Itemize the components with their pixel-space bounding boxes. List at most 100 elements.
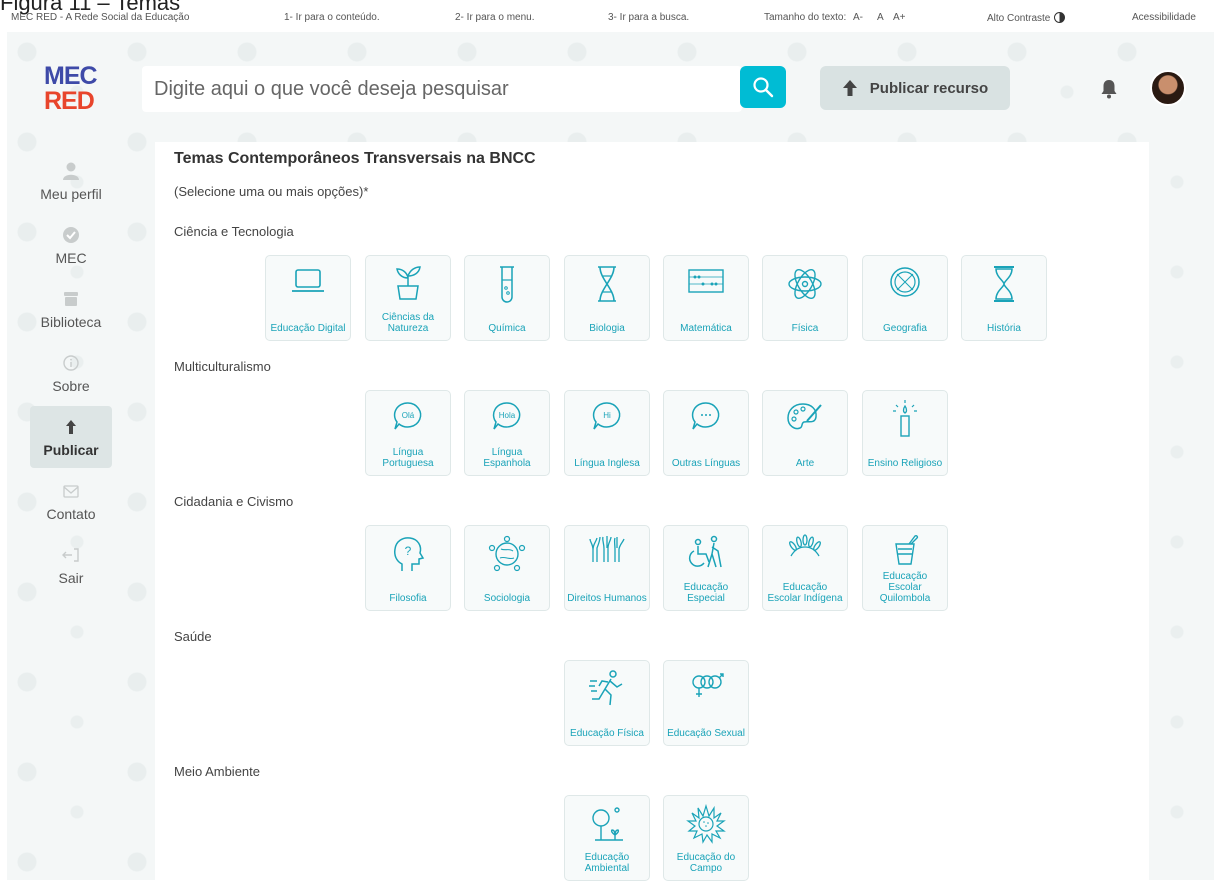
theme-label: Direitos Humanos <box>567 593 647 604</box>
theme-card-direitos-humanos[interactable]: Direitos Humanos <box>564 525 650 611</box>
theme-label: Educação Escolar Indígena <box>767 582 843 604</box>
avatar[interactable] <box>1150 70 1186 106</box>
speech-bubble-ellipsis-icon <box>691 402 720 430</box>
theme-label: Educação Especial <box>683 582 729 604</box>
sidebar-item-profile[interactable]: Meu perfil <box>30 150 112 212</box>
svg-text:Olá: Olá <box>402 411 415 420</box>
publish-resource-button[interactable]: Publicar recurso <box>820 66 1010 110</box>
mail-icon <box>63 484 79 498</box>
text-larger-button[interactable]: A+ <box>893 12 906 23</box>
sidebar-item-about[interactable]: Sobre <box>30 342 112 404</box>
theme-label: Matemática <box>680 323 732 334</box>
theme-card-educacao-escolar-quilombola[interactable]: Educação Escolar Quilombola <box>862 525 948 611</box>
theme-label: Língua Espanhola <box>483 447 531 469</box>
category-cidadania-civismo: Cidadania e Civismo <box>174 494 294 509</box>
search-button[interactable] <box>740 66 786 108</box>
sidebar-item-publish[interactable]: Publicar <box>30 406 112 468</box>
theme-label: Educação do Campo <box>676 852 736 874</box>
text-normal-button[interactable]: A <box>877 12 884 23</box>
sidebar-item-logout[interactable]: Sair <box>30 534 112 596</box>
theme-card-educacao-escolar-indigena[interactable]: Educação Escolar Indígena <box>762 525 848 611</box>
dna-icon <box>598 266 616 302</box>
theme-card-educacao-fisica[interactable]: Educação Física <box>564 660 650 746</box>
theme-label: Educação Ambiental <box>584 852 630 874</box>
theme-card-geografia[interactable]: Geografia <box>862 255 948 341</box>
user-icon <box>63 162 79 180</box>
theme-card-arte[interactable]: Arte <box>762 390 848 476</box>
theme-card-filosofia[interactable]: ? Filosofia <box>365 525 451 611</box>
theme-label: Língua Portuguesa <box>382 447 434 469</box>
upload-arrow-icon <box>842 80 857 96</box>
search-icon <box>753 77 774 98</box>
svg-text:Hi: Hi <box>603 411 611 420</box>
palette-brush-icon <box>787 403 822 430</box>
hourglass-icon <box>994 266 1014 302</box>
people-globe-icon <box>488 535 526 572</box>
sidebar-item-library[interactable]: Biblioteca <box>30 278 112 340</box>
skip-to-menu-link[interactable]: 2- Ir para o menu. <box>455 12 534 23</box>
svg-text:Hola: Hola <box>499 411 516 420</box>
text-smaller-button[interactable]: A- <box>853 12 863 23</box>
sidebar-item-label: Biblioteca <box>40 314 102 330</box>
pestle-mortar-icon <box>895 535 919 565</box>
bell-icon <box>1101 80 1117 99</box>
theme-card-educacao-do-campo[interactable]: Educação do Campo <box>663 795 749 881</box>
theme-card-quimica[interactable]: Química <box>464 255 550 341</box>
theme-card-historia[interactable]: História <box>961 255 1047 341</box>
theme-card-fisica[interactable]: Física <box>762 255 848 341</box>
high-contrast-toggle[interactable]: Alto Contraste <box>987 12 1066 24</box>
theme-card-matematica[interactable]: Matemática <box>663 255 749 341</box>
theme-card-educacao-digital[interactable]: Educação Digital <box>265 255 351 341</box>
theme-card-educacao-sexual[interactable]: Educação Sexual <box>663 660 749 746</box>
theme-label: Educação Digital <box>270 323 346 334</box>
theme-label: História <box>987 323 1021 334</box>
check-circle-icon <box>63 227 79 243</box>
gender-symbols-icon <box>692 673 724 697</box>
category-saude: Saúde <box>174 629 212 644</box>
contrast-icon <box>1054 12 1066 23</box>
theme-card-biologia[interactable]: Biologia <box>564 255 650 341</box>
theme-card-outras-linguas[interactable]: Outras Línguas <box>663 390 749 476</box>
feather-headdress-icon <box>789 534 821 557</box>
theme-card-educacao-especial[interactable]: Educação Especial <box>663 525 749 611</box>
theme-label: Ensino Religioso <box>867 458 943 469</box>
sidebar: Meu perfil MEC Biblioteca Sobre Publicar… <box>30 150 112 598</box>
theme-label: Educação Escolar Quilombola <box>879 571 931 604</box>
theme-label: Filosofia <box>389 593 427 604</box>
theme-label: Língua Inglesa <box>574 458 640 469</box>
theme-card-lingua-espanhola[interactable]: Hola Língua Espanhola <box>464 390 550 476</box>
publish-resource-label: Publicar recurso <box>869 79 989 97</box>
archive-icon <box>64 292 78 306</box>
theme-card-ciencias-natureza[interactable]: Ciências da Natureza <box>365 255 451 341</box>
accessibility-icon <box>688 535 722 568</box>
theme-label: Arte <box>795 458 815 469</box>
sidebar-item-label: Sobre <box>52 378 90 394</box>
candle-icon <box>893 400 917 437</box>
skip-to-content-link[interactable]: 1- Ir para o conteúdo. <box>284 12 380 23</box>
mecred-logo[interactable]: MEC RED <box>44 64 100 124</box>
theme-label: Química <box>488 323 526 334</box>
theme-card-sociologia[interactable]: Sociologia <box>464 525 550 611</box>
sidebar-item-contact[interactable]: Contato <box>30 470 112 532</box>
sidebar-item-label: Sair <box>58 570 84 586</box>
search-input[interactable] <box>142 66 742 112</box>
sidebar-item-label: Contato <box>46 506 96 522</box>
notifications-button[interactable] <box>1100 78 1118 105</box>
theme-card-lingua-portuguesa[interactable]: Olá Língua Portuguesa <box>365 390 451 476</box>
skip-to-search-link[interactable]: 3- Ir para a busca. <box>608 12 689 23</box>
theme-card-lingua-inglesa[interactable]: Hi Língua Inglesa <box>564 390 650 476</box>
test-tube-icon <box>500 266 514 303</box>
speech-bubble-hi-icon: Hi <box>592 402 621 430</box>
atom-icon <box>788 269 822 299</box>
theme-label: Outras Línguas <box>671 458 741 469</box>
theme-card-ensino-religioso[interactable]: Ensino Religioso <box>862 390 948 476</box>
globe-icon <box>890 267 920 297</box>
theme-label: Educação Sexual <box>667 728 745 739</box>
theme-label: Biologia <box>589 323 625 334</box>
theme-card-educacao-ambiental[interactable]: Educação Ambiental <box>564 795 650 881</box>
sidebar-item-mec[interactable]: MEC <box>30 214 112 276</box>
accessibility-link[interactable]: Acessibilidade <box>1132 12 1196 23</box>
sidebar-item-label: Meu perfil <box>40 186 102 202</box>
themes-panel: Temas Contemporâneos Transversais na BNC… <box>155 142 1149 881</box>
selection-hint: (Selecione uma ou mais opções)* <box>174 184 369 199</box>
